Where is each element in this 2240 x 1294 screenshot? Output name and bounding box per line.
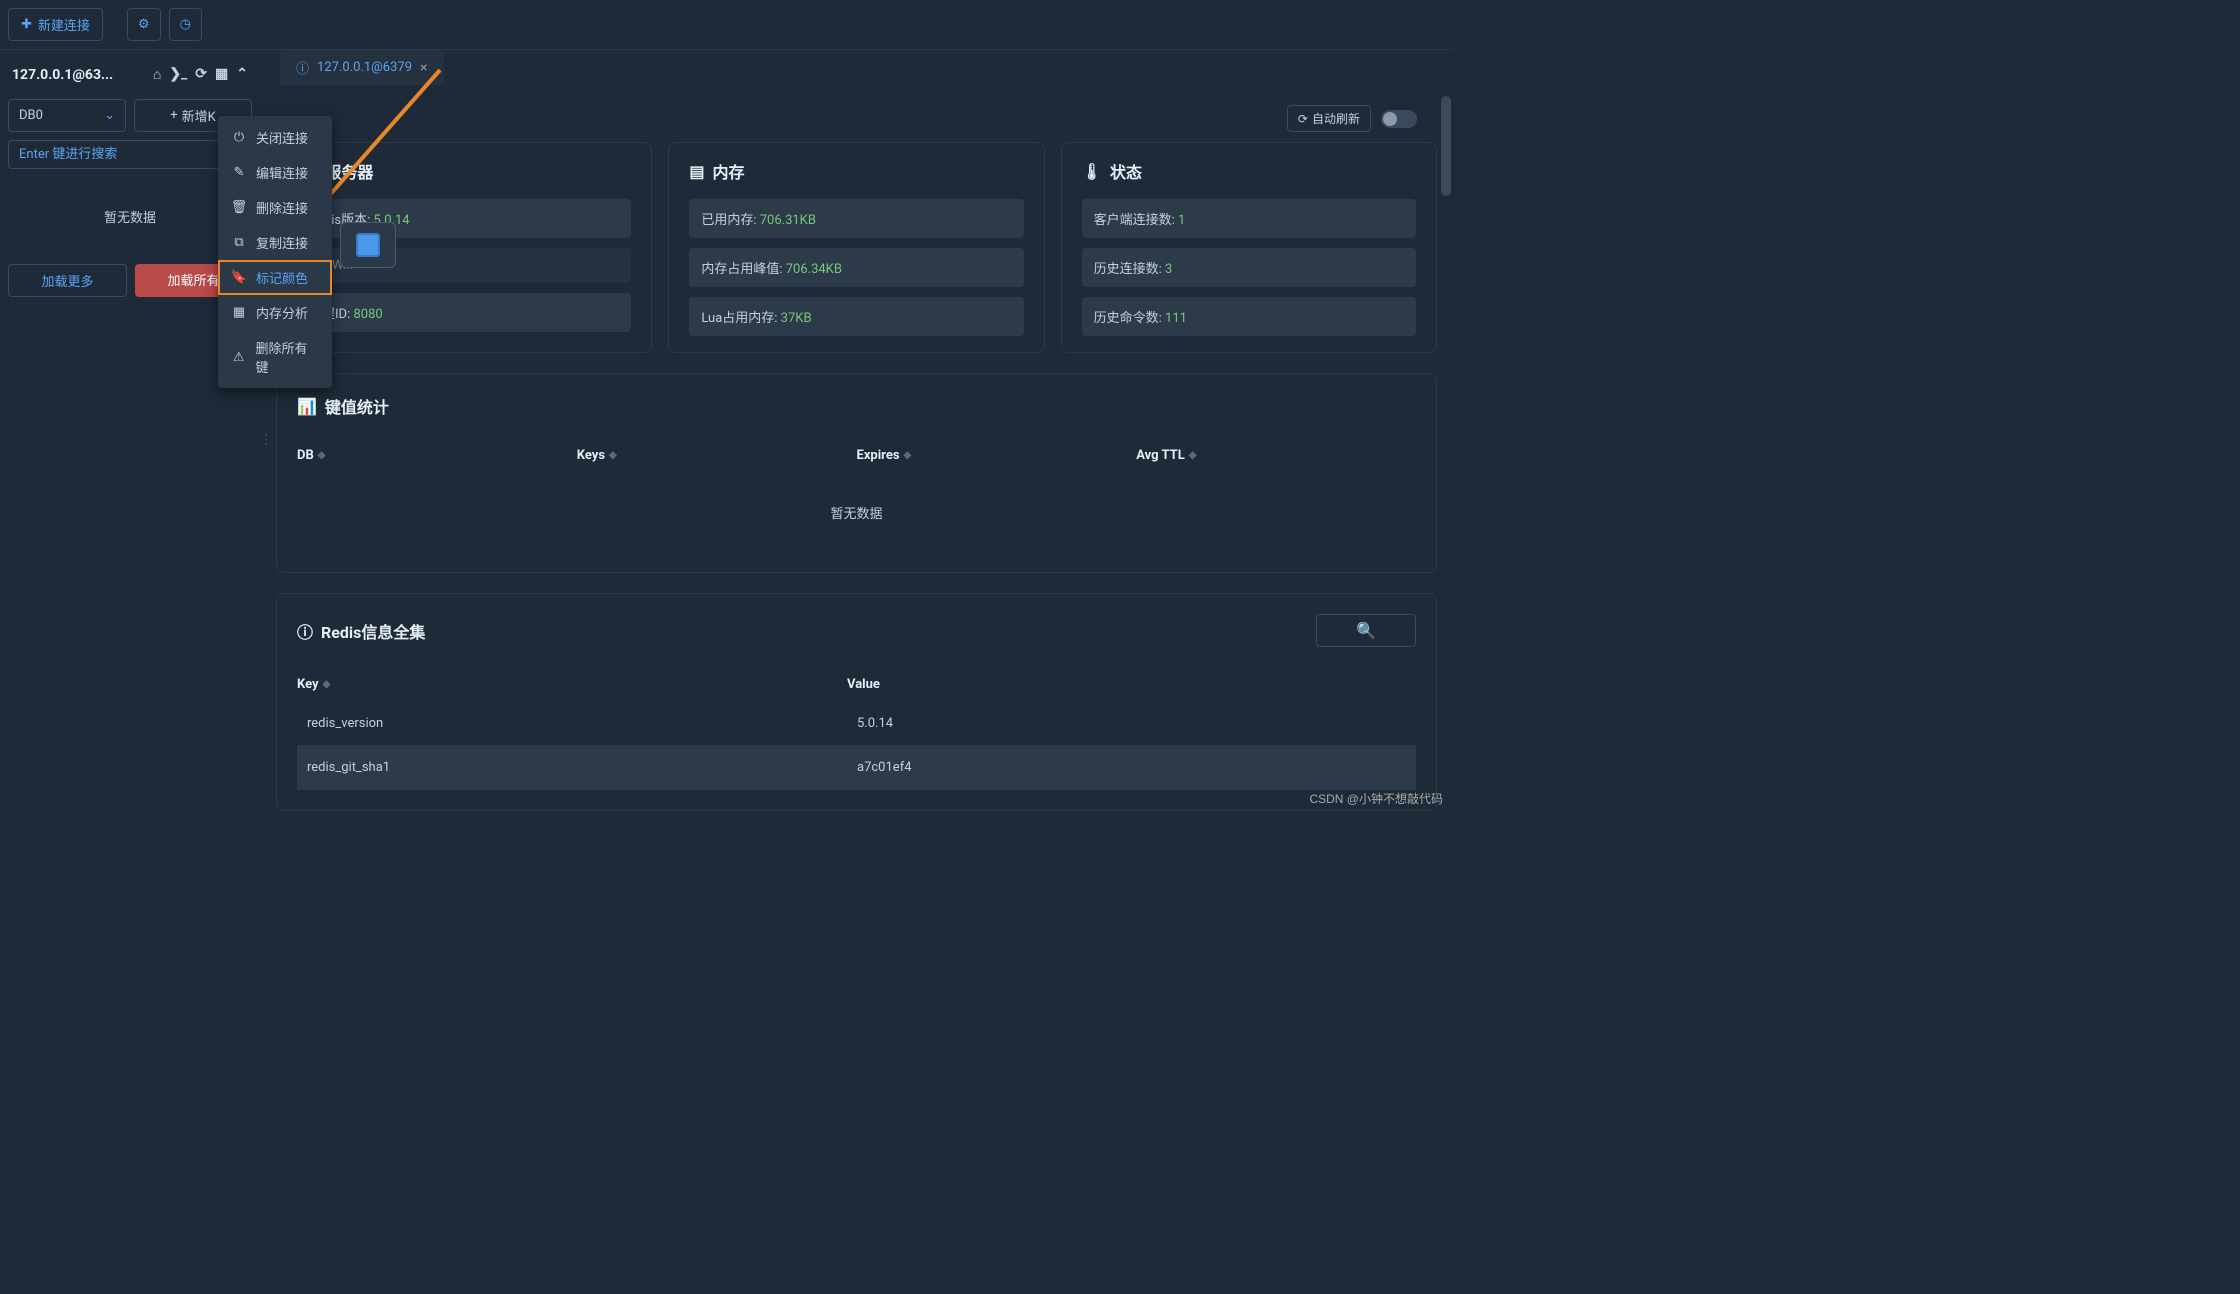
edit-icon: ✎ xyxy=(232,165,246,180)
status-icon: 🌡 xyxy=(1082,162,1102,181)
ctx-delete-connection[interactable]: 🗑删除连接 xyxy=(218,190,332,225)
hist-commands: 111 xyxy=(1165,311,1187,326)
sort-icon: ◆ xyxy=(609,450,617,461)
process-id: 8080 xyxy=(353,307,382,322)
load-more-button[interactable]: 加载更多 xyxy=(8,264,127,297)
table-icon: ▦ xyxy=(232,305,246,320)
watermark: CSDN @小钟不想敲代码 xyxy=(1309,790,1443,807)
info-search[interactable]: 🔍 xyxy=(1316,614,1416,647)
settings-button[interactable]: ⚙ xyxy=(127,8,161,41)
table-row: redis_git_sha1 a7c01ef4 xyxy=(297,746,1416,790)
ctx-edit-connection[interactable]: ✎编辑连接 xyxy=(218,155,332,190)
info-icon: ⓘ xyxy=(296,58,309,77)
plus-icon: ✚ xyxy=(21,17,32,32)
tab-label: 127.0.0.1@6379 xyxy=(317,60,412,75)
connection-header[interactable]: 127.0.0.1@63... ⌂ ❯_ ⟳ ▦ ⌃ xyxy=(8,58,252,91)
ctx-copy-connection[interactable]: ⧉复制连接 xyxy=(218,225,332,260)
context-menu: ⏻关闭连接 ✎编辑连接 🗑删除连接 ⧉复制连接 🔖标记颜色 ▦内存分析 ⚠删除所… xyxy=(218,116,332,388)
info-value: 5.0.14 xyxy=(857,716,893,731)
chevron-down-icon: ⌄ xyxy=(104,108,115,123)
col-value: Value xyxy=(847,677,1416,692)
client-count: 1 xyxy=(1178,213,1185,228)
db-select[interactable]: DB0 ⌄ xyxy=(8,99,126,132)
stat-row: 已用内存: 706.31KB xyxy=(689,199,1023,238)
close-icon[interactable]: × xyxy=(420,60,427,76)
peak-memory: 706.34KB xyxy=(786,262,842,277)
col-expires[interactable]: Expires◆ xyxy=(857,448,1137,463)
server-card: 🖥服务器 Redis版本: 5.0.14 OS: W... 进程ID: 8080 xyxy=(276,142,652,353)
connection-name: 127.0.0.1@63... xyxy=(12,67,113,83)
auto-refresh-label: 自动刷新 xyxy=(1312,110,1360,127)
sort-icon: ◆ xyxy=(323,679,331,690)
sort-icon: ◆ xyxy=(318,450,326,461)
power-icon: ⏻ xyxy=(232,130,246,145)
color-picker-popup xyxy=(340,222,396,268)
table-row: redis_version 5.0.14 xyxy=(297,702,1416,746)
redis-info-title: Redis信息全集 xyxy=(321,619,425,643)
new-connection-button[interactable]: ✚ 新建连接 xyxy=(8,8,103,41)
sort-icon: ◆ xyxy=(904,450,912,461)
stat-row: 历史命令数: 111 xyxy=(1082,297,1416,336)
lua-memory: 37KB xyxy=(781,311,812,326)
refresh-icon[interactable]: ⟳ xyxy=(195,66,207,83)
clock-icon: ◷ xyxy=(180,17,191,32)
ctx-close-connection[interactable]: ⏻关闭连接 xyxy=(218,120,332,155)
splitter-handle[interactable]: ⋮ xyxy=(262,420,270,460)
keystats-panel: 📊 键值统计 DB◆ Keys◆ Expires◆ Avg TTL◆ 暂无数据 xyxy=(276,373,1437,573)
stat-row: 进程ID: 8080 xyxy=(297,293,631,332)
status-card: 🌡 状态 客户端连接数: 1 历史连接数: 3 历史命令数: 111 xyxy=(1061,142,1437,353)
color-swatch-blue[interactable] xyxy=(356,233,380,257)
history-button[interactable]: ◷ xyxy=(169,8,202,41)
stat-row: 内存占用峰值: 706.34KB xyxy=(689,248,1023,287)
home-icon[interactable]: ⌂ xyxy=(153,66,161,83)
auto-refresh-toggle[interactable] xyxy=(1381,110,1417,128)
empty-message: 暂无数据 xyxy=(8,177,252,256)
sort-icon: ◆ xyxy=(1189,450,1197,461)
col-avgttl[interactable]: Avg TTL◆ xyxy=(1136,448,1416,463)
refresh-icon: ⟳ xyxy=(1298,112,1308,126)
db-select-label: DB0 xyxy=(19,108,43,123)
trash-icon: 🗑 xyxy=(232,200,246,215)
chevron-up-icon[interactable]: ⌃ xyxy=(236,66,248,83)
status-title: 状态 xyxy=(1110,159,1142,183)
new-connection-label: 新建连接 xyxy=(38,15,90,34)
stat-row: 客户端连接数: 1 xyxy=(1082,199,1416,238)
grid-icon[interactable]: ▦ xyxy=(215,66,228,83)
info-key: redis_git_sha1 xyxy=(307,760,857,775)
add-key-label: 新增K xyxy=(182,106,216,125)
connection-tab[interactable]: ⓘ 127.0.0.1@6379 × xyxy=(280,50,444,85)
server-title: 服务器 xyxy=(325,159,373,183)
keystats-empty: 暂无数据 xyxy=(297,473,1416,552)
scrollbar[interactable] xyxy=(1441,96,1451,196)
memory-card: ▤ 内存 已用内存: 706.31KB 内存占用峰值: 706.34KB Lua占… xyxy=(668,142,1044,353)
warning-icon: ⚠ xyxy=(232,350,245,365)
auto-refresh-button[interactable]: ⟳ 自动刷新 xyxy=(1287,105,1371,132)
col-db[interactable]: DB◆ xyxy=(297,448,577,463)
info-icon: ⓘ xyxy=(297,619,313,643)
used-memory: 706.31KB xyxy=(760,213,816,228)
ctx-delete-all-keys[interactable]: ⚠删除所有键 xyxy=(218,330,332,384)
stat-row: Lua占用内存: 37KB xyxy=(689,297,1023,336)
chart-icon: 📊 xyxy=(297,397,317,416)
search-input[interactable] xyxy=(8,140,252,169)
search-icon: 🔍 xyxy=(1356,621,1376,640)
copy-icon: ⧉ xyxy=(232,235,246,250)
info-key: redis_version xyxy=(307,716,857,731)
terminal-icon[interactable]: ❯_ xyxy=(169,66,187,83)
hist-connections: 3 xyxy=(1165,262,1172,277)
ctx-mark-color[interactable]: 🔖标记颜色 xyxy=(218,260,332,295)
gear-icon: ⚙ xyxy=(138,17,150,32)
plus-icon: + xyxy=(170,108,177,123)
ctx-memory-analysis[interactable]: ▦内存分析 xyxy=(218,295,332,330)
keystats-title: 键值统计 xyxy=(325,394,389,418)
info-value: a7c01ef4 xyxy=(857,760,912,775)
memory-icon: ▤ xyxy=(689,162,704,181)
col-key[interactable]: Key◆ xyxy=(297,677,847,692)
memory-title: 内存 xyxy=(712,159,744,183)
bookmark-icon: 🔖 xyxy=(232,270,246,285)
stat-row: 历史连接数: 3 xyxy=(1082,248,1416,287)
col-keys[interactable]: Keys◆ xyxy=(577,448,857,463)
redis-info-panel: ⓘ Redis信息全集 🔍 Key◆ Value redis_version 5.… xyxy=(276,593,1437,811)
